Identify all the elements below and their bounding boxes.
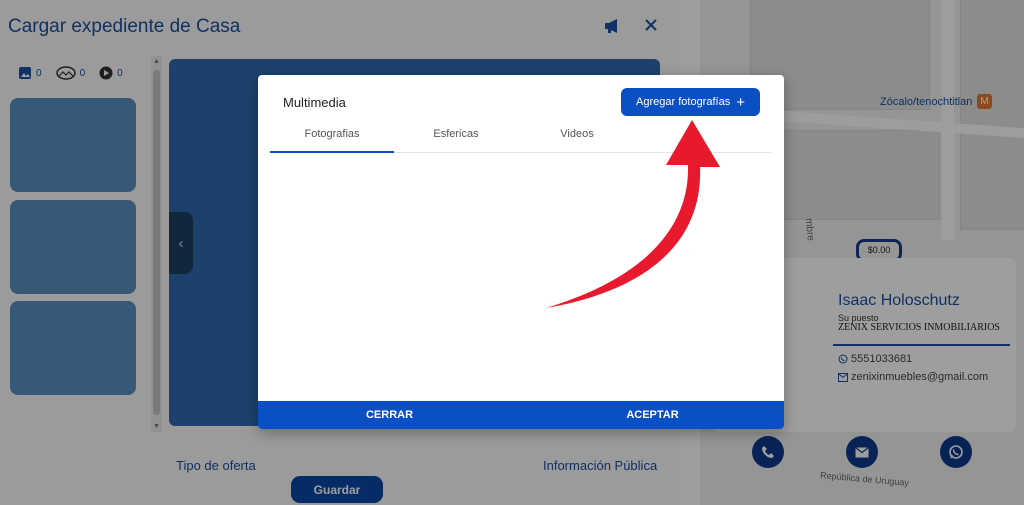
accept-button[interactable]: ACEPTAR [521, 401, 784, 429]
multimedia-dialog: Multimedia Agregar fotografías + Fotogra… [258, 75, 784, 429]
dialog-title: Multimedia [283, 95, 346, 110]
tab-spherical[interactable]: Esfericas [394, 123, 518, 153]
tab-content-area [270, 155, 772, 399]
media-tabs: Fotografias Esfericas Videos [270, 123, 772, 153]
dialog-footer: CERRAR ACEPTAR [258, 401, 784, 429]
tab-photos[interactable]: Fotografias [270, 123, 394, 153]
add-photos-label: Agregar fotografías [636, 96, 731, 108]
tab-videos[interactable]: Videos [515, 123, 639, 153]
add-photos-button[interactable]: Agregar fotografías + [621, 88, 760, 116]
plus-icon: + [736, 93, 745, 111]
close-button[interactable]: CERRAR [258, 401, 521, 429]
